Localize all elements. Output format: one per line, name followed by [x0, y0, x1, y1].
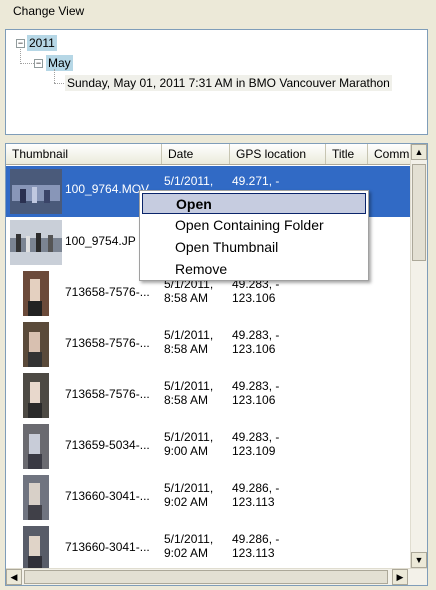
collapse-2011-icon[interactable]: − [16, 39, 25, 48]
hscroll-thumb[interactable] [24, 570, 388, 584]
gps-line2: 123.109 [232, 444, 276, 458]
photo-thumbnail [10, 526, 62, 571]
context-menu: Open Open Containing Folder Open Thumbna… [139, 190, 369, 281]
panel-title: Change View [13, 4, 85, 18]
tree-node-2011[interactable]: 2011 [27, 35, 57, 51]
menu-item-open[interactable]: Open [142, 193, 366, 214]
file-name: 100_9764.MOV [65, 182, 150, 196]
column-header-row: Thumbnail Date GPS location Title Comm [6, 144, 411, 165]
date-line2: 9:02 AM [164, 495, 209, 509]
table-row[interactable]: 713660-3041-... 5/1/2011, 9:02 AM 49.286… [6, 523, 411, 574]
gps-line2: 123.106 [232, 342, 276, 356]
date-line1: 5/1/2011, [164, 481, 214, 495]
vertical-scrollbar[interactable]: ▲ ▼ [410, 144, 427, 568]
table-row[interactable]: 713658-7576-... 5/1/2011, 8:58 AM 49.283… [6, 370, 411, 421]
file-name: 100_9754.JP [65, 234, 136, 248]
arrow-down-icon[interactable]: ▼ [411, 552, 427, 568]
column-comments[interactable]: Comm [368, 144, 411, 164]
photo-thumbnail [10, 220, 62, 265]
gps-line1: 49.286, - [232, 481, 280, 495]
gps-line1: 49.283, - [232, 379, 280, 393]
arrow-right-icon[interactable]: ▶ [392, 569, 408, 585]
table-row[interactable]: 713659-5034-... 5/1/2011, 9:00 AM 49.283… [6, 421, 411, 472]
gps-line2: 123.113 [232, 495, 275, 509]
collapse-may-icon[interactable]: − [34, 59, 43, 68]
photo-thumbnail [10, 271, 62, 316]
scroll-thumb[interactable] [412, 164, 426, 261]
file-name: 713658-7576-... [65, 387, 150, 401]
date-line2: 9:00 AM [164, 444, 209, 458]
gps-line1: 49.271, - [232, 174, 280, 188]
file-name: 713660-3041-... [65, 540, 150, 554]
gps-line1: 49.283, - [232, 430, 280, 444]
photo-thumbnail [10, 424, 62, 469]
gps-line2: 123.106 [232, 291, 276, 305]
arrow-up-icon[interactable]: ▲ [411, 144, 427, 160]
date-line2: 9:02 AM [164, 546, 209, 560]
date-line2: 8:58 AM [164, 393, 209, 407]
gps-line1: 49.283, - [232, 328, 280, 342]
gps-line2: 123.113 [232, 546, 275, 560]
date-tree[interactable]: − 2011 − May Sunday, May 01, 2011 7:31 A… [5, 29, 428, 135]
arrow-left-icon[interactable]: ◀ [6, 569, 22, 585]
menu-item-open-thumbnail[interactable]: Open Thumbnail [142, 237, 366, 258]
photo-thumbnail [10, 322, 62, 367]
table-row[interactable]: 713658-7576-... 5/1/2011, 8:58 AM 49.283… [6, 319, 411, 370]
column-title[interactable]: Title [326, 144, 368, 164]
date-line1: 5/1/2011, [164, 532, 214, 546]
date-line2: 8:58 AM [164, 342, 209, 356]
column-thumbnail[interactable]: Thumbnail [6, 144, 162, 164]
column-gps[interactable]: GPS location [230, 144, 326, 164]
menu-item-remove[interactable]: Remove [142, 259, 366, 280]
date-line2: 8:58 AM [164, 291, 209, 305]
tree-node-may[interactable]: May [46, 55, 73, 71]
date-line1: 5/1/2011, [164, 430, 214, 444]
horizontal-scrollbar[interactable]: ◀ ▶ [6, 568, 427, 585]
table-row[interactable]: 713660-3041-... 5/1/2011, 9:02 AM 49.286… [6, 472, 411, 523]
photo-thumbnail [10, 373, 62, 418]
file-name: 713659-5034-... [65, 438, 150, 452]
file-name: 713658-7576-... [65, 336, 150, 350]
column-date[interactable]: Date [162, 144, 230, 164]
file-name: 713658-7576-... [65, 285, 150, 299]
gps-line2: 123.106 [232, 393, 276, 407]
date-line1: 5/1/2011, [164, 174, 214, 188]
date-line1: 5/1/2011, [164, 379, 214, 393]
gps-line1: 49.286, - [232, 532, 280, 546]
menu-item-open-containing-folder[interactable]: Open Containing Folder [142, 215, 366, 236]
photo-thumbnail [10, 475, 62, 520]
date-line1: 5/1/2011, [164, 328, 214, 342]
tree-node-event[interactable]: Sunday, May 01, 2011 7:31 AM in BMO Vanc… [65, 75, 392, 91]
file-name: 713660-3041-... [65, 489, 150, 503]
video-thumbnail [10, 169, 62, 214]
